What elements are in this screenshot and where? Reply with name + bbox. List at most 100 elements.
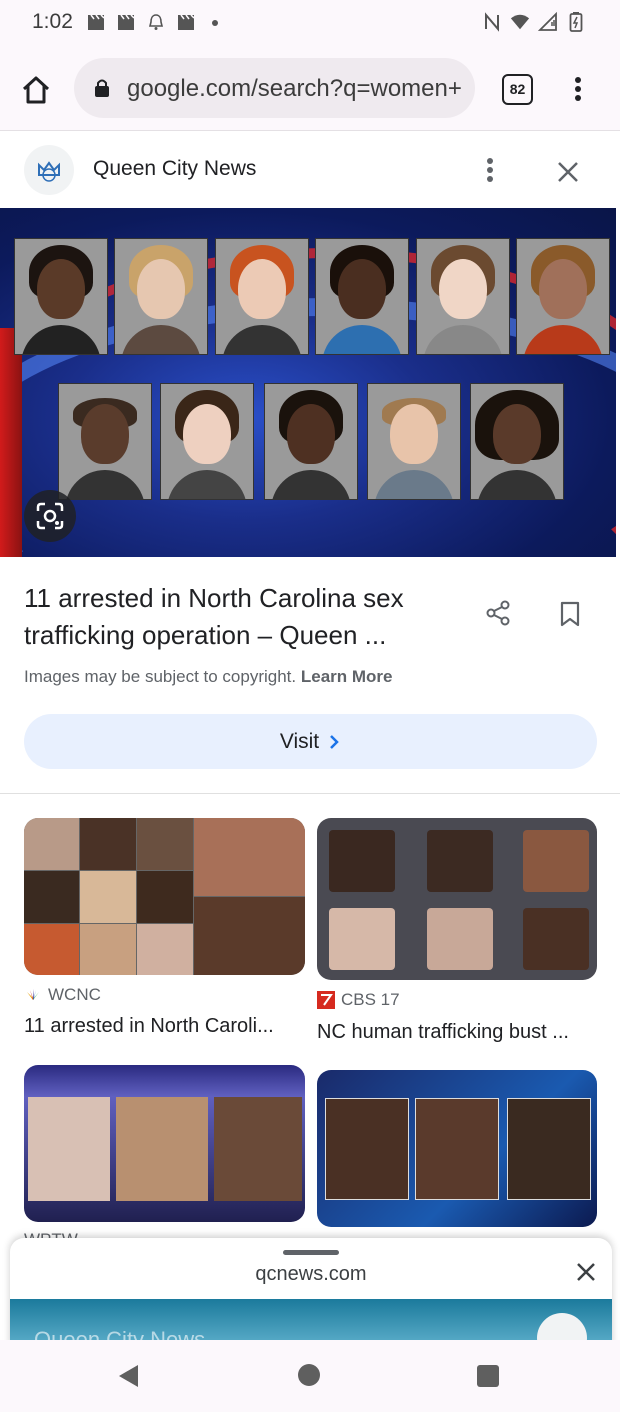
mugshot-thumbnail — [194, 818, 305, 896]
section-divider — [0, 793, 620, 794]
lock-icon — [94, 78, 110, 103]
system-nav-bar — [0, 1340, 620, 1412]
mugshot-thumbnail — [329, 908, 395, 970]
mugshot-photo — [160, 383, 254, 500]
mugshot-thumbnail — [137, 871, 193, 923]
dot-icon — [206, 12, 226, 32]
mugshot-photo — [470, 383, 564, 500]
mugshot-thumbnail — [137, 924, 193, 975]
close-button[interactable] — [554, 158, 582, 186]
url-text: google.com/search?q=women+ — [127, 75, 462, 102]
more-vert-icon — [480, 158, 500, 182]
mugshot-thumbnail — [329, 830, 395, 892]
mugshot-thumbnail — [194, 897, 305, 975]
mugshot-thumbnail — [415, 1098, 499, 1200]
source-label: WCNC — [48, 985, 101, 1004]
related-title[interactable]: 11 arrested in North Caroli... — [24, 1015, 274, 1038]
crown-logo-icon — [38, 161, 60, 182]
system-icons — [482, 12, 586, 32]
status-time: 1:02 — [32, 10, 73, 33]
drag-handle[interactable] — [283, 1250, 339, 1255]
lens-icon — [36, 502, 64, 530]
mugshot-thumbnail — [24, 871, 79, 923]
back-triangle-icon — [119, 1365, 138, 1387]
nfc-icon — [482, 12, 502, 32]
mugshot-thumbnail — [523, 908, 589, 970]
bell-icon — [146, 12, 166, 32]
result-title[interactable]: 11 arrested in North Carolina sex traffi… — [24, 580, 444, 654]
source-logo[interactable] — [24, 145, 74, 195]
source-label: CBS 17 — [341, 990, 400, 1009]
related-source: CBS 17 — [317, 990, 400, 1010]
mugshot-photo — [215, 238, 309, 355]
page-preview-sheet[interactable]: qcnews.com Queen City News — [10, 1238, 612, 1348]
visit-button[interactable]: Visit — [24, 714, 597, 769]
mugshot-photo — [516, 238, 610, 355]
mugshot-thumbnail — [80, 818, 136, 870]
home-button[interactable] — [18, 72, 54, 108]
mugshot-thumbnail — [80, 924, 136, 975]
more-vert-icon — [569, 77, 587, 101]
mugshot-thumbnail — [507, 1098, 591, 1200]
close-icon — [558, 162, 578, 182]
notification-icons — [86, 12, 226, 32]
clapper-icon — [116, 12, 136, 32]
nbc-peacock-icon — [27, 989, 39, 1000]
related-image-card[interactable] — [24, 1065, 305, 1222]
mugshot-thumbnail — [427, 830, 493, 892]
chevron-right-icon — [330, 734, 339, 749]
mugshot-photo — [315, 238, 409, 355]
mugshot-thumbnail — [325, 1098, 409, 1200]
status-bar: 1:02 — [0, 0, 620, 46]
signal-icon — [538, 12, 558, 32]
result-source-header: Queen City News — [0, 131, 620, 208]
learn-more-link[interactable]: Learn More — [301, 667, 393, 686]
mugshot-photo — [367, 383, 461, 500]
bookmark-button[interactable] — [558, 600, 582, 628]
mugshot-photo — [264, 383, 358, 500]
recents-button[interactable] — [477, 1365, 499, 1387]
mugshot-thumbnail — [24, 924, 79, 975]
mugshot-photo — [114, 238, 208, 355]
related-image-card[interactable] — [24, 818, 305, 975]
share-button[interactable] — [484, 599, 512, 627]
mugshot-thumbnail — [80, 871, 136, 923]
clapper-icon — [176, 12, 196, 32]
decorative-band — [0, 328, 22, 557]
more-options-button[interactable] — [480, 155, 500, 189]
google-lens-button[interactable] — [24, 490, 76, 542]
back-button[interactable] — [118, 1364, 140, 1393]
bookmark-icon — [560, 601, 580, 627]
hero-image[interactable] — [0, 208, 616, 557]
browser-toolbar: google.com/search?q=women+ 82 — [0, 46, 620, 131]
mugshot-photo — [58, 383, 152, 500]
related-image-card[interactable] — [317, 1070, 597, 1227]
copyright-text: Images may be subject to copyright. — [24, 667, 297, 686]
source-name[interactable]: Queen City News — [93, 157, 256, 181]
mugshot-thumbnail — [523, 830, 589, 892]
mugshot-thumbnail — [214, 1097, 302, 1201]
mugshot-photo — [14, 238, 108, 355]
mugshot-thumbnail — [28, 1097, 110, 1201]
address-bar[interactable]: google.com/search?q=women+ — [74, 58, 475, 118]
visit-label: Visit — [279, 729, 320, 753]
battery-icon — [566, 12, 586, 32]
copyright-notice: Images may be subject to copyright. Lear… — [24, 667, 393, 687]
home-nav-button[interactable] — [298, 1364, 320, 1386]
close-preview-button[interactable] — [574, 1260, 598, 1284]
related-title[interactable]: NC human trafficking bust ... — [317, 1021, 569, 1044]
mugshot-thumbnail — [24, 818, 79, 870]
preview-domain: qcnews.com — [255, 1263, 367, 1285]
mugshot-thumbnail — [137, 818, 193, 870]
related-source: WCNC — [24, 985, 101, 1005]
close-icon — [577, 1263, 595, 1281]
mugshot-photo — [416, 238, 510, 355]
clapper-icon — [86, 12, 106, 32]
share-icon — [486, 600, 510, 626]
overflow-menu-button[interactable] — [569, 74, 587, 104]
mugshot-thumbnail — [427, 908, 493, 970]
related-image-card[interactable] — [317, 818, 597, 980]
wifi-icon — [510, 12, 530, 32]
cbs17-logo-icon — [317, 991, 335, 1009]
tab-switcher-button[interactable]: 82 — [502, 74, 533, 105]
